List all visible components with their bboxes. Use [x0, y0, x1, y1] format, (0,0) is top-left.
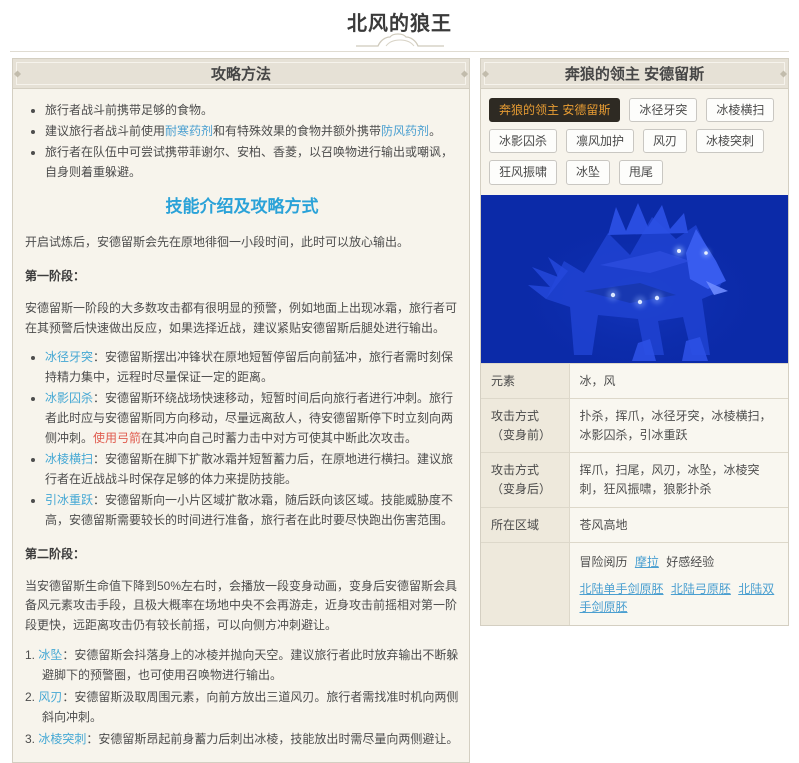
table-row: 攻击方式（变身前） 扑杀，挥爪，冰径牙突，冰棱横扫，冰影囚杀，引冰重跃 — [481, 398, 788, 453]
link-mora[interactable]: 摩拉 — [635, 555, 659, 569]
link-wind-potion[interactable]: 防风药剂 — [381, 124, 429, 138]
reward-line: 北陆单手剑原胚 北陆弓原胚 北陆双手剑原胚 — [580, 580, 779, 617]
skill-tag[interactable]: 狂风振啸 — [489, 160, 558, 185]
skill-desc: ：安德留斯汲取周围元素，向前方放出三道风刃。旅行者需找准时机向两侧斜向冲刺。 — [42, 690, 459, 724]
link-skill-wind-blade[interactable]: 风刃 — [38, 690, 62, 704]
andrius-image[interactable] — [481, 194, 788, 363]
phase2-label: 第二阶段： — [25, 546, 86, 561]
link-skill-icicle-thrust[interactable]: 冰棱突刺 — [38, 732, 86, 746]
prep-tips-list: 旅行者战斗前携带足够的食物。 建议旅行者战斗前使用耐寒药剂和有特殊效果的食物并额… — [25, 101, 459, 183]
list-item: 旅行者战斗前携带足够的食物。 — [45, 101, 459, 121]
list-item: 冰径牙突：安德留斯摆出冲锋状在原地短暂停留后向前猛冲，旅行者需时刻保持精力集中，… — [45, 348, 459, 388]
list-item: 建议旅行者战斗前使用耐寒药剂和有特殊效果的食物并额外携带防风药剂。 — [45, 122, 459, 142]
skill-tag-selected[interactable]: 奔狼的领主 安德留斯 — [489, 98, 621, 123]
header-divider — [10, 33, 789, 54]
row-label: 元素 — [481, 362, 570, 399]
skill-tip-highlight: 使用弓箭 — [93, 431, 142, 446]
skill-tag[interactable]: 凛风加护 — [566, 129, 635, 154]
phase1-description: 安德留斯一阶段的大多数攻击都有很明显的预警，例如地面上出现冰霜，旅行者可在其预警… — [25, 300, 458, 335]
skill-tag[interactable]: 冰棱横扫 — [706, 98, 775, 123]
row-value: 挥爪，扫尾，风刃，冰坠，冰棱突刺，狂风振啸，狼影扑杀 — [569, 452, 788, 508]
list-item: 3. 冰棱突刺：安德留斯昂起前身蓄力后刺出冰棱，技能放出时需尽量向两侧避让。 — [25, 730, 459, 750]
intro-paragraph: 开启试炼后，安德留斯会先在原地徘徊一小段时间，此时可以放心输出。 — [25, 234, 410, 249]
table-row-rewards: 冒险阅历 摩拉 好感经验 北陆单手剑原胚 北陆弓原胚 北陆双手剑原胚 — [481, 542, 788, 625]
item-number: 2. — [25, 690, 36, 705]
skill-desc: 在其冲向自己时蓄力击中对方可使其中断此次攻击。 — [141, 431, 418, 446]
link-cold-potion[interactable]: 耐寒药剂 — [165, 124, 213, 138]
strategy-panel: 攻略方法 旅行者战斗前携带足够的食物。 建议旅行者战斗前使用耐寒药剂和有特殊效果… — [12, 58, 470, 763]
link-skill-ice-leap[interactable]: 引冰重跃 — [45, 493, 93, 507]
item-number: 3. — [25, 731, 36, 746]
skill-desc: ：安德留斯会抖落身上的冰棱并抛向天空。建议旅行者此时放弃输出不断躲避脚下的预警圈… — [42, 648, 459, 683]
list-item: 冰棱横扫：安德留斯在脚下扩散冰霜并短暂蓄力后，在原地进行横扫。建议旅行者在近战战… — [45, 450, 459, 490]
skills-section-heading: 技能介绍及攻略方式 — [165, 196, 319, 216]
boss-info-panel: 奔狼的领主 安德留斯 奔狼的领主 安德留斯 冰径牙突 冰棱横扫 冰影囚杀 凛风加… — [480, 58, 789, 626]
link-skill-icicle-sweep[interactable]: 冰棱横扫 — [45, 452, 93, 466]
skill-tag[interactable]: 冰坠 — [566, 160, 611, 185]
reward-adventure-exp: 冒险阅历 — [579, 555, 628, 570]
boss-panel-header: 奔狼的领主 安德留斯 — [481, 59, 788, 89]
row-value: 冰，风 — [569, 362, 788, 399]
list-item: 旅行者在队伍中可尝试携带菲谢尔、安柏、香菱，以召唤物进行输出或嘲讽，自身则着重躲… — [45, 143, 459, 183]
strategy-panel-title: 攻略方法 — [210, 66, 271, 83]
reward-line: 冒险阅历 摩拉 好感经验 — [580, 553, 779, 572]
link-skill-ice-fall[interactable]: 冰坠 — [38, 648, 62, 662]
skill-desc: ：安德留斯摆出冲锋状在原地短暂停留后向前猛冲，旅行者需时刻保持精力集中，远程时尽… — [45, 350, 454, 385]
skill-desc: ：安德留斯昂起前身蓄力后刺出冰棱，技能放出时需尽量向两侧避让。 — [86, 731, 459, 746]
plaque-gem-icon — [13, 69, 22, 78]
skill-desc: ：安德留斯向一小片区域扩散冰霜，随后跃向该区域。技能威胁度不高，安德留斯需要较长… — [45, 492, 454, 527]
list-item: 1. 冰坠：安德留斯会抖落身上的冰棱并抛向天空。建议旅行者此时放弃输出不断躲避脚… — [25, 646, 459, 686]
table-row: 所在区域 苍风高地 — [481, 506, 788, 543]
row-label: 所在区域 — [481, 506, 570, 543]
link-bow-prototype[interactable]: 北陆弓原胚 — [671, 582, 731, 596]
rewards-cell: 冒险阅历 摩拉 好感经验 北陆单手剑原胚 北陆弓原胚 北陆双手剑原胚 — [569, 542, 788, 625]
page-title: 北风的狼王 — [347, 13, 452, 35]
row-label: 攻击方式（变身前） — [481, 398, 570, 453]
row-label: 攻击方式（变身后） — [481, 452, 570, 508]
skill-tag[interactable]: 冰径牙突 — [629, 98, 698, 123]
list-item: 2. 风刃：安德留斯汲取周围元素，向前方放出三道风刃。旅行者需找准时机向两侧斜向… — [25, 688, 459, 728]
reward-friendship-exp: 好感经验 — [666, 555, 715, 570]
plaque-gem-icon — [481, 69, 490, 78]
tip-text: 旅行者在队伍中可尝试携带菲谢尔、安柏、香菱，以召唤物进行输出或嘲讽，自身则着重躲… — [45, 144, 454, 179]
phase1-label: 第一阶段： — [25, 268, 86, 283]
row-label-empty — [481, 542, 570, 625]
phase2-skills-list: 1. 冰坠：安德留斯会抖落身上的冰棱并抛向天空。建议旅行者此时放弃输出不断躲避脚… — [25, 646, 459, 750]
arch-ornament-icon — [354, 33, 446, 53]
plaque-gem-icon — [460, 69, 469, 78]
link-sword-prototype[interactable]: 北陆单手剑原胚 — [580, 582, 664, 596]
table-row: 攻击方式（变身后） 挥爪，扫尾，风刃，冰坠，冰棱突刺，狂风振啸，狼影扑杀 — [481, 452, 788, 508]
skill-desc: ：安德留斯在脚下扩散冰霜并短暂蓄力后，在原地进行横扫。建议旅行者在近战战斗时保存… — [45, 452, 454, 486]
tip-text: 旅行者战斗前携带足够的食物。 — [45, 103, 214, 117]
strategy-panel-header: 攻略方法 — [13, 59, 469, 89]
boss-info-table: 元素 冰，风 攻击方式（变身前） 扑杀，挥爪，冰径牙突，冰棱横扫，冰影囚杀，引冰… — [481, 362, 788, 625]
skill-tag[interactable]: 冰影囚杀 — [489, 129, 558, 154]
table-row: 元素 冰，风 — [481, 362, 788, 399]
strategy-body: 旅行者战斗前携带足够的食物。 建议旅行者战斗前使用耐寒药剂和有特殊效果的食物并额… — [13, 89, 469, 762]
link-skill-ice-shadow-kill[interactable]: 冰影囚杀 — [45, 391, 93, 405]
row-value: 扑杀，挥爪，冰径牙突，冰棱横扫，冰影囚杀，引冰重跃 — [569, 398, 788, 453]
link-skill-ice-fang-rush[interactable]: 冰径牙突 — [45, 350, 93, 364]
content-columns: 攻略方法 旅行者战斗前携带足够的食物。 建议旅行者战斗前使用耐寒药剂和有特殊效果… — [0, 58, 799, 763]
plaque-gem-icon — [779, 69, 788, 78]
phase2-description: 当安德留斯生命值下降到50%左右时，会播放一段变身动画，变身后安德留斯会具备风元… — [25, 578, 458, 633]
list-item: 引冰重跃：安德留斯向一小片区域扩散冰霜，随后跃向该区域。技能威胁度不高，安德留斯… — [45, 491, 459, 531]
skill-tag-list: 奔狼的领主 安德留斯 冰径牙突 冰棱横扫 冰影囚杀 凛风加护 风刃 冰棱突刺 狂… — [481, 89, 788, 195]
tip-text: 和有特殊效果的食物并额外携带 — [213, 123, 382, 138]
skill-tag[interactable]: 冰棱突刺 — [696, 129, 765, 154]
tip-text: 建议旅行者战斗前使用 — [45, 123, 166, 138]
skill-tag[interactable]: 甩尾 — [619, 160, 664, 185]
row-value: 苍风高地 — [569, 506, 788, 543]
tip-text: 。 — [429, 123, 442, 138]
boss-panel-title: 奔狼的领主 安德留斯 — [564, 66, 705, 83]
skill-tag[interactable]: 风刃 — [643, 129, 688, 154]
list-item: 冰影囚杀：安德留斯环绕战场快速移动，短暂时间后向旅行者进行冲刺。旅行者此时应与安… — [45, 389, 459, 449]
item-number: 1. — [25, 648, 36, 663]
phase1-skills-list: 冰径牙突：安德留斯摆出冲锋状在原地短暂停留后向前猛冲，旅行者需时刻保持精力集中，… — [25, 348, 459, 530]
